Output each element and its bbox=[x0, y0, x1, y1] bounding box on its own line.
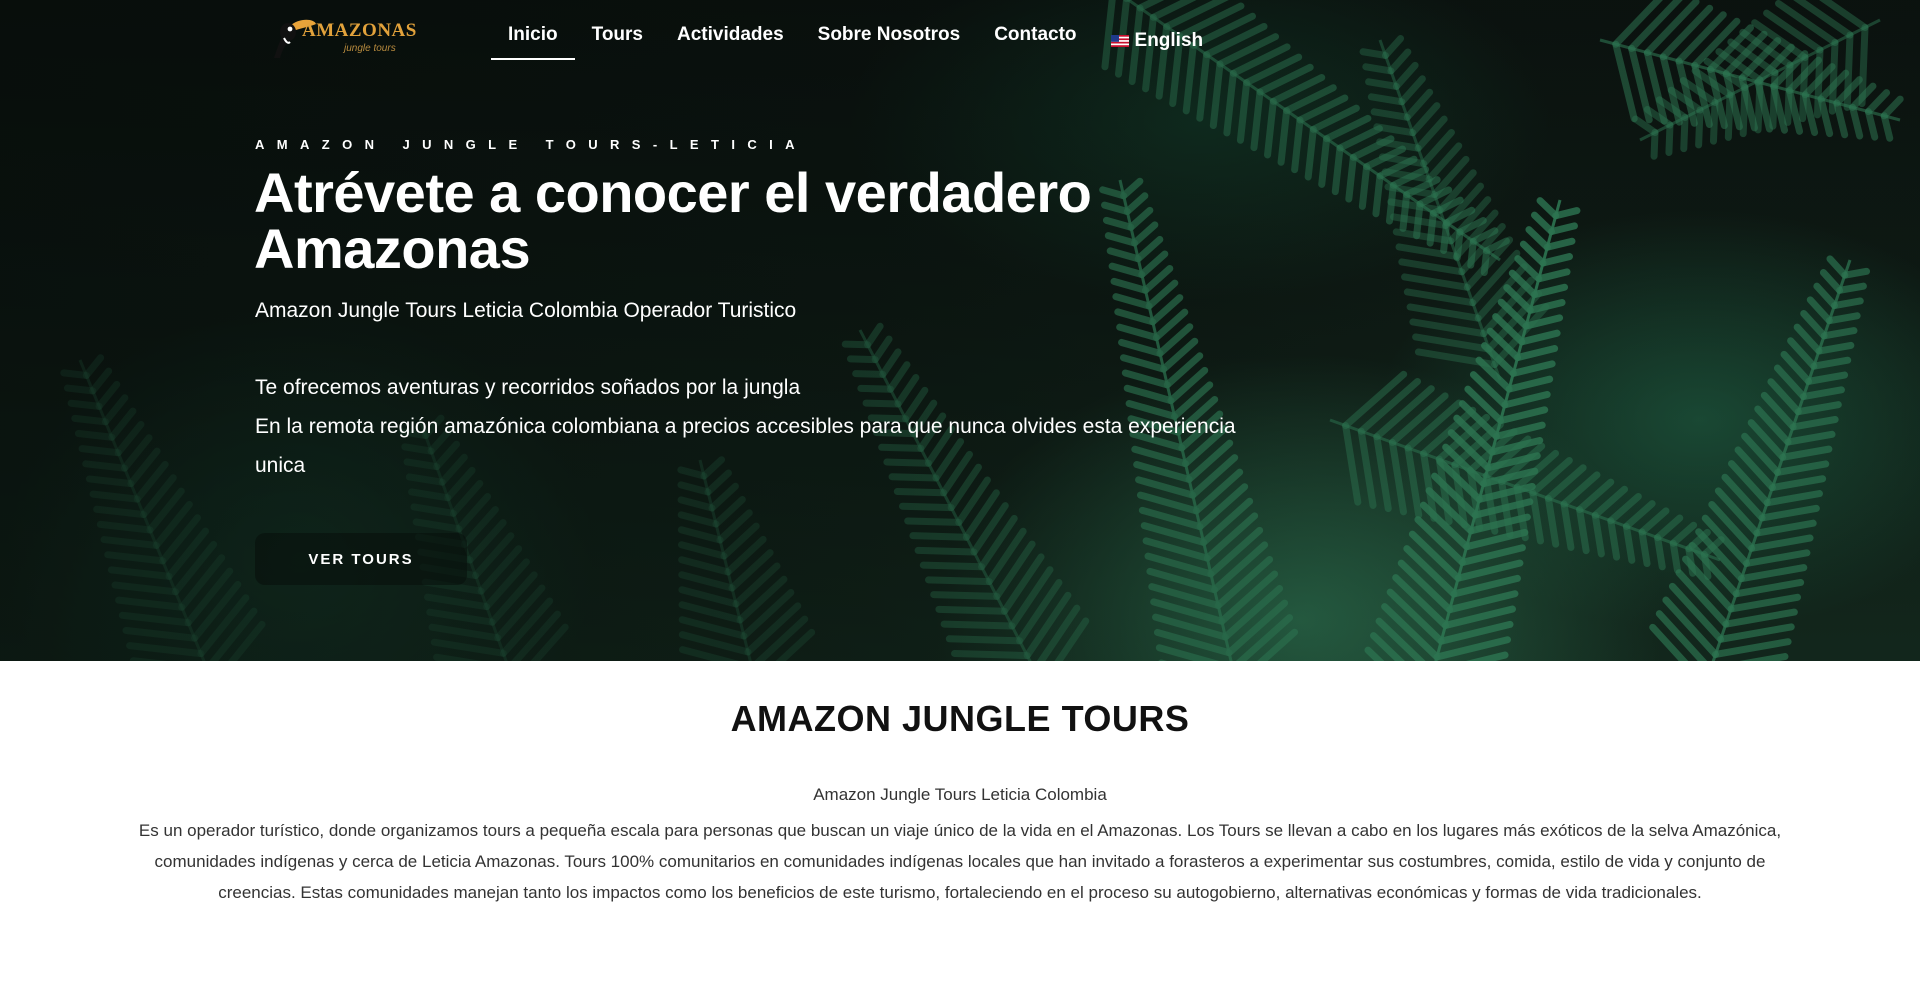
hero-description-line: En la remota región amazónica colombiana… bbox=[255, 415, 1236, 477]
hero-subtitle: Amazon Jungle Tours Leticia Colombia Ope… bbox=[255, 299, 797, 322]
us-flag-icon bbox=[1110, 35, 1129, 47]
section-title: AMAZON JUNGLE TOURS bbox=[730, 698, 1190, 739]
nav-item-tours[interactable]: Tours bbox=[575, 22, 660, 60]
logo-title: AMAZONAS bbox=[302, 20, 417, 41]
hero-description-line: Te ofrecemos aventuras y recorridos soña… bbox=[255, 376, 801, 399]
logo-subtitle: jungle tours bbox=[344, 43, 396, 54]
nav-item-contacto[interactable]: Contacto bbox=[977, 22, 1093, 60]
intro-paragraph: Es un operador turístico, donde organiza… bbox=[138, 821, 1782, 902]
site-logo[interactable]: AMAZONAS jungle tours bbox=[268, 12, 418, 60]
nav-item-inicio[interactable]: Inicio bbox=[491, 22, 575, 60]
nav-item-actividades[interactable]: Actividades bbox=[660, 22, 801, 60]
nav-item-sobre-nosotros[interactable]: Sobre Nosotros bbox=[801, 22, 978, 60]
ver-tours-button[interactable]: VER TOURS bbox=[255, 533, 467, 585]
language-label: English bbox=[1134, 30, 1204, 51]
hero-title: Atrévete a conocer el verdadero Amazonas bbox=[254, 161, 1092, 280]
main-nav: Inicio Tours Actividades Sobre Nosotros … bbox=[491, 22, 1220, 62]
hero-eyebrow: AMAZON JUNGLE TOURS-LETICIA bbox=[255, 137, 807, 152]
hero-description: Te ofrecemos aventuras y recorridos soña… bbox=[255, 368, 1265, 485]
intro-subtitle: Amazon Jungle Tours Leticia Colombia bbox=[813, 785, 1107, 804]
language-switcher[interactable]: English bbox=[1094, 22, 1221, 60]
